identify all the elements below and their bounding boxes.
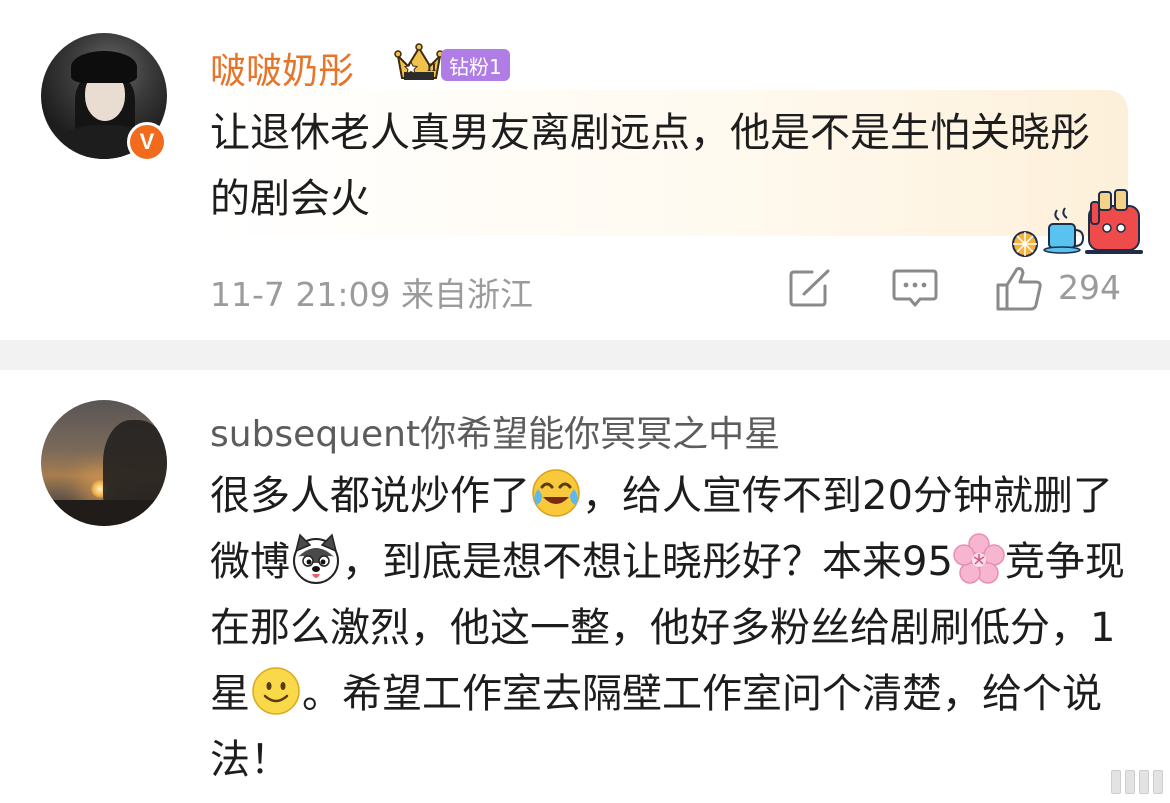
timestamp: 11-7 21:09 — [210, 275, 391, 314]
like-thumb-icon[interactable] — [995, 265, 1043, 311]
username[interactable]: subsequent你希望能你冥冥之中星 — [210, 405, 780, 457]
smile-emoji-icon — [252, 667, 300, 715]
verified-badge-icon: V — [127, 122, 167, 162]
comment-item: V 啵啵奶彤 II 钻粉1 让退休老人真男友离剧远点，他是不是生怕关晓彤的剧会火 — [0, 0, 1170, 340]
comment-text: 很多人都说炒作了 ，给人宣传不到20分钟就删了微博 ，到底是想不想让晓彤好？本来… — [210, 463, 1150, 793]
laugh-cry-emoji-icon — [532, 469, 580, 517]
avatar[interactable] — [41, 400, 167, 526]
crown-icon: II — [394, 43, 444, 80]
fan-level-badge: 钻粉1 — [441, 49, 510, 81]
cherry-blossom-emoji-icon — [953, 533, 1005, 584]
weibo-comment-list: V 啵啵奶彤 II 钻粉1 让退休老人真男友离剧远点，他是不是生怕关晓彤的剧会火 — [0, 0, 1170, 803]
toaster-decoration-icon — [1012, 189, 1143, 257]
comment-divider — [0, 340, 1170, 370]
comment-icon[interactable] — [892, 268, 938, 308]
comment-meta: 11-7 21:09 来自浙江 — [210, 268, 533, 316]
husky-dog-emoji-icon — [293, 533, 339, 584]
like-count: 294 — [1058, 268, 1121, 307]
share-edit-icon[interactable] — [788, 268, 832, 308]
svg-text:II: II — [427, 63, 437, 74]
comment-text: 让退休老人真男友离剧远点，他是不是生怕关晓彤的剧会火 — [210, 110, 1090, 222]
location: 来自浙江 — [401, 275, 533, 314]
watermark-icon — [1111, 770, 1163, 794]
username[interactable]: 啵啵奶彤 — [210, 42, 354, 94]
